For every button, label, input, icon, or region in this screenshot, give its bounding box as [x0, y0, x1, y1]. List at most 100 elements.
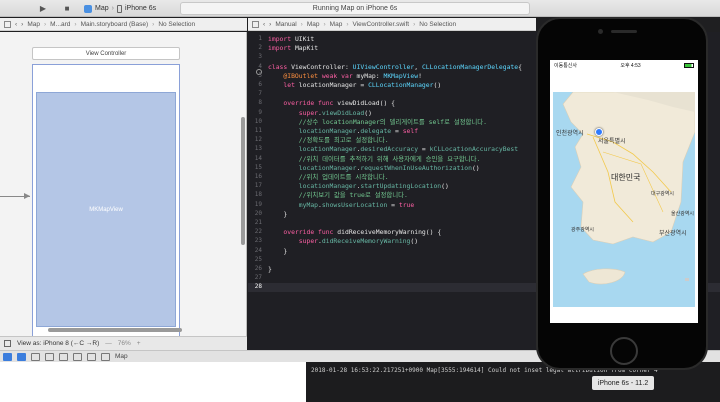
map-label-korea: 대한민국	[611, 173, 641, 182]
code-line[interactable]: import UIKit	[268, 35, 314, 44]
window-controls	[4, 3, 32, 14]
stop-button[interactable]: ■	[60, 3, 74, 14]
line-number: 8	[258, 99, 262, 107]
run-button[interactable]: ▶	[36, 3, 50, 14]
vertical-scrollbar[interactable]	[241, 117, 245, 245]
scheme-app-label: Map	[95, 5, 109, 12]
line-number: 12	[254, 136, 262, 144]
back-icon[interactable]: ‹	[263, 21, 265, 28]
line-number: 14	[254, 154, 262, 162]
jump-item[interactable]: ViewController.swift	[353, 21, 410, 28]
code-line[interactable]: //위치 데이터를 추적하기 위해 사용자에게 승인을 요구합니다.	[268, 155, 481, 164]
code-line[interactable]: }	[268, 210, 287, 219]
line-number: 25	[254, 255, 262, 263]
simulator-screen[interactable]: 이동통신사 오후 4:53 인천광역시 서울특별시 대한민국 대구광역시 울산광…	[550, 60, 698, 323]
line-number: 5	[258, 71, 262, 79]
code-line[interactable]: }	[268, 265, 272, 274]
back-icon[interactable]: ‹	[15, 21, 17, 28]
storyboard-canvas[interactable]: View Controller MKMapView	[0, 32, 247, 336]
home-button[interactable]	[610, 337, 638, 365]
code-line[interactable]: //상수 locationManager의 델리게이트를 self로 설정합니다…	[268, 118, 487, 127]
zoom-level: 76%	[117, 340, 131, 347]
step-over-icon[interactable]	[45, 352, 54, 361]
user-location-dot	[595, 128, 603, 136]
code-line[interactable]: override func viewDidLoad() {	[268, 99, 395, 108]
line-number: 3	[258, 53, 262, 61]
line-number: 24	[254, 246, 262, 254]
mapview-placeholder[interactable]: MKMapView	[36, 92, 176, 327]
jump-item[interactable]: No Selection	[419, 21, 456, 28]
jump-item[interactable]: M...ard	[50, 21, 70, 28]
zoom-in-icon[interactable]: +	[137, 340, 141, 347]
view-controller-title[interactable]: View Controller	[32, 47, 180, 60]
jump-item[interactable]: Manual	[275, 21, 296, 28]
code-line[interactable]: }	[268, 247, 287, 256]
code-line[interactable]: //위치 업데이트를 시작합니다.	[268, 173, 389, 182]
code-line[interactable]: locationManager.desiredAccuracy = kCLLoc…	[268, 145, 518, 154]
map-label-daegu: 대구광역시	[651, 191, 675, 197]
location-icon[interactable]	[101, 352, 110, 361]
chevron-right-icon: ›	[111, 5, 114, 12]
jump-item[interactable]: No Selection	[158, 21, 195, 28]
jumpbar-editor[interactable]: ‹ › Manual › Map › Map › ViewController.swi…	[248, 18, 536, 31]
code-line[interactable]: let locationManager = CLLocationManager(…	[268, 81, 441, 90]
line-number: 2	[258, 44, 262, 52]
status-text: Running Map on iPhone 6s	[312, 5, 398, 12]
device-icon	[116, 4, 122, 13]
code-line[interactable]: //위치보기 값을 true로 설정합니다.	[268, 191, 408, 200]
code-line[interactable]: import MapKit	[268, 44, 318, 53]
activity-status: Running Map on iPhone 6s	[180, 2, 530, 15]
jump-item[interactable]: Map	[330, 21, 343, 28]
forward-icon[interactable]: ›	[21, 21, 23, 28]
grid-icon	[4, 20, 11, 28]
device-label-text: iPhone 6s - 11.2	[597, 379, 649, 387]
storyboard-bottombar: View as: iPhone 8 (←C →R) — 76% +	[0, 336, 247, 350]
code-line[interactable]: super.didReceiveMemoryWarning()	[268, 237, 418, 246]
zoom-out-icon[interactable]: —	[105, 340, 112, 347]
scheme-selector[interactable]: Map › iPhone 6s	[84, 3, 156, 14]
camera-icon	[598, 29, 603, 34]
breakpoints-icon[interactable]	[17, 352, 26, 361]
jump-item[interactable]: Map	[27, 21, 40, 28]
step-out-icon[interactable]	[73, 352, 82, 361]
pause-icon[interactable]	[31, 352, 40, 361]
line-number: 21	[254, 219, 262, 226]
code-line[interactable]: override func didReceiveMemoryWarning() …	[268, 228, 441, 237]
jump-item[interactable]: Main.storyboard (Base)	[81, 21, 149, 28]
mapview-label: MKMapView	[89, 206, 123, 213]
korea-landmass	[562, 92, 695, 285]
outline-toggle-icon[interactable]	[4, 340, 11, 347]
view-hierarchy-icon[interactable]	[87, 352, 96, 361]
code-line[interactable]: locationManager.startUpdatingLocation()	[268, 182, 449, 191]
line-number: 11	[254, 127, 262, 134]
line-number: 7	[258, 90, 262, 98]
line-number: 15	[254, 163, 262, 171]
grid-icon	[252, 20, 259, 28]
code-line[interactable]: super.viewDidLoad()	[268, 109, 372, 118]
scheme-device-label: iPhone 6s	[124, 5, 157, 12]
jumpbar-storyboard[interactable]: ‹ › Map › M...ard › Main.storyboard (Base)…	[0, 18, 247, 31]
code-line[interactable]: class ViewController: UIViewController, …	[268, 63, 522, 72]
speaker-grill	[611, 30, 637, 33]
hide-debug-icon[interactable]	[3, 352, 12, 361]
code-line[interactable]: myMap.showsUserLocation = true	[268, 201, 414, 210]
line-number: 26	[254, 265, 262, 272]
forward-icon[interactable]: ›	[269, 21, 271, 28]
code-line[interactable]: locationManager.requestWhenInUseAuthoriz…	[268, 164, 480, 173]
ios-status-bar: 이동통신사 오후 4:53	[550, 60, 698, 70]
code-line[interactable]: locationManager.delegate = self	[268, 127, 418, 136]
line-number: 9	[258, 108, 262, 116]
clock-label: 오후 4:53	[620, 62, 641, 69]
step-in-icon[interactable]	[59, 352, 68, 361]
jump-item[interactable]: Map	[307, 21, 320, 28]
line-number: 16	[254, 173, 262, 180]
horizontal-scrollbar[interactable]	[48, 328, 182, 332]
code-line[interactable]: @IBOutlet weak var myMap: MKMapView!	[268, 72, 422, 81]
map-label-seoul: 서울특별시	[598, 139, 626, 145]
code-line[interactable]: //정확도를 최고로 설정합니다.	[268, 136, 389, 145]
carrier-label: 이동통신사	[554, 62, 578, 69]
entry-arrow-head-icon	[24, 193, 30, 199]
xcode-toolbar: ▶ ■ Map › iPhone 6s Running Map on iPhon…	[0, 0, 720, 17]
map-view[interactable]: 인천광역시 서울특별시 대한민국 대구광역시 울산광역시 광주광역시 부산광역시	[553, 92, 695, 307]
view-as-button[interactable]: View as: iPhone 8 (←C →R)	[17, 340, 99, 347]
